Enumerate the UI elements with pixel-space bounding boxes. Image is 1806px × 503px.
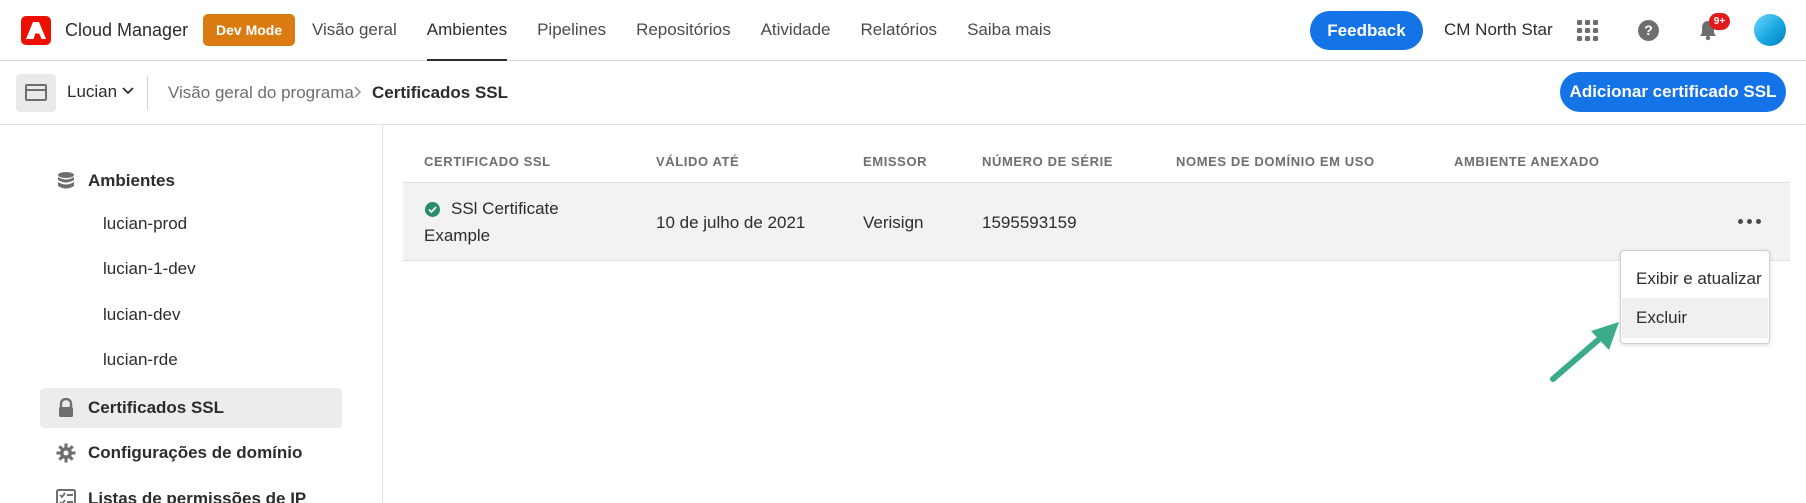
sidebar-env-lucian-prod[interactable]: lucian-prod — [103, 214, 187, 234]
breadcrumb-program-overview[interactable]: Visão geral do programa — [168, 83, 354, 103]
org-switcher[interactable]: CM North Star — [1444, 20, 1553, 40]
lock-icon — [55, 397, 77, 419]
menu-item-delete[interactable]: Excluir — [1622, 298, 1768, 338]
sidebar: Ambientes lucian-prod lucian-1-dev lucia… — [0, 125, 383, 503]
program-switcher[interactable]: Lucian — [67, 82, 117, 102]
column-header-issuer[interactable]: EMISSOR — [863, 154, 927, 169]
program-bar: Lucian Visão geral do programa Certifica… — [0, 62, 1806, 125]
success-check-icon — [425, 202, 440, 217]
sidebar-item-label: Listas de permissões de IP — [88, 489, 307, 503]
program-icon[interactable] — [16, 74, 56, 112]
feedback-button[interactable]: Feedback — [1310, 11, 1423, 50]
nav-ambientes[interactable]: Ambientes — [426, 0, 508, 61]
table-row[interactable]: SSl Certificate Example 10 de julho de 2… — [403, 183, 1790, 261]
issuer-value: Verisign — [863, 213, 924, 232]
serial-number-value: 1595593159 — [982, 213, 1077, 232]
column-header-domain-names[interactable]: NOMES DE DOMÍNIO EM USO — [1176, 154, 1375, 169]
actions-menu: Exibir e atualizar Excluir — [1620, 250, 1770, 344]
sidebar-item-domain-settings[interactable]: Configurações de domínio — [55, 433, 302, 473]
table-header: CERTIFICADO SSL VÁLIDO ATÉ EMISSOR NÚMER… — [403, 125, 1790, 183]
column-header-certificate[interactable]: CERTIFICADO SSL — [424, 154, 551, 169]
sidebar-item-ip-allow-lists[interactable]: Listas de permissões de IP — [55, 479, 306, 503]
add-ssl-certificate-button[interactable]: Adicionar certificado SSL — [1560, 72, 1786, 112]
database-icon — [55, 170, 77, 192]
nav-pipelines[interactable]: Pipelines — [537, 0, 606, 61]
certificate-name-line2: Example — [424, 226, 491, 245]
column-header-attached-environment[interactable]: AMBIENTE ANEXADO — [1454, 154, 1600, 169]
nav-atividade[interactable]: Atividade — [761, 0, 831, 61]
gear-icon — [55, 442, 77, 464]
column-header-serial[interactable]: NÚMERO DE SÉRIE — [982, 154, 1113, 169]
nav-repositorios[interactable]: Repositórios — [636, 0, 731, 61]
sidebar-env-lucian-dev[interactable]: lucian-dev — [103, 305, 181, 325]
sidebar-item-label: Configurações de domínio — [88, 443, 303, 462]
sidebar-env-lucian-1-dev[interactable]: lucian-1-dev — [103, 259, 196, 279]
sidebar-env-lucian-rde[interactable]: lucian-rde — [103, 350, 178, 370]
main-nav: Visão geral Ambientes Pipelines Repositó… — [312, 0, 1081, 61]
help-icon[interactable]: ? — [1638, 20, 1659, 41]
sidebar-item-label: Certificados SSL — [88, 398, 225, 417]
annotation-arrow-icon — [1550, 322, 1619, 382]
nav-visao-geral[interactable]: Visão geral — [312, 0, 397, 61]
adobe-logo-icon[interactable] — [21, 16, 51, 45]
sidebar-item-ambientes[interactable]: Ambientes — [55, 161, 175, 201]
certificate-name-line1: SSl Certificate — [451, 199, 559, 218]
app-switcher-grid-icon[interactable] — [1577, 20, 1598, 41]
chevron-right-icon — [354, 86, 362, 98]
nav-saiba-mais[interactable]: Saiba mais — [967, 0, 1051, 61]
valid-until-value: 10 de julho de 2021 — [656, 213, 806, 232]
app-title[interactable]: Cloud Manager — [65, 20, 188, 41]
more-actions-icon[interactable] — [1734, 211, 1764, 231]
nav-relatorios[interactable]: Relatórios — [861, 0, 938, 61]
menu-item-view-update[interactable]: Exibir e atualizar — [1622, 259, 1768, 299]
breadcrumb-current: Certificados SSL — [372, 83, 509, 102]
chevron-down-icon[interactable] — [122, 86, 134, 96]
divider — [147, 76, 148, 110]
notification-badge: 9+ — [1709, 13, 1730, 30]
user-avatar[interactable] — [1754, 14, 1786, 46]
column-header-valid-until[interactable]: VÁLIDO ATÉ — [656, 154, 739, 169]
top-navigation-bar: Cloud Manager Dev Mode Visão geral Ambie… — [0, 0, 1806, 61]
checklist-icon — [55, 488, 77, 503]
sidebar-item-ssl-certificates[interactable]: Certificados SSL — [40, 388, 342, 428]
sidebar-item-label: Ambientes — [88, 171, 175, 190]
dev-mode-button[interactable]: Dev Mode — [203, 14, 296, 46]
